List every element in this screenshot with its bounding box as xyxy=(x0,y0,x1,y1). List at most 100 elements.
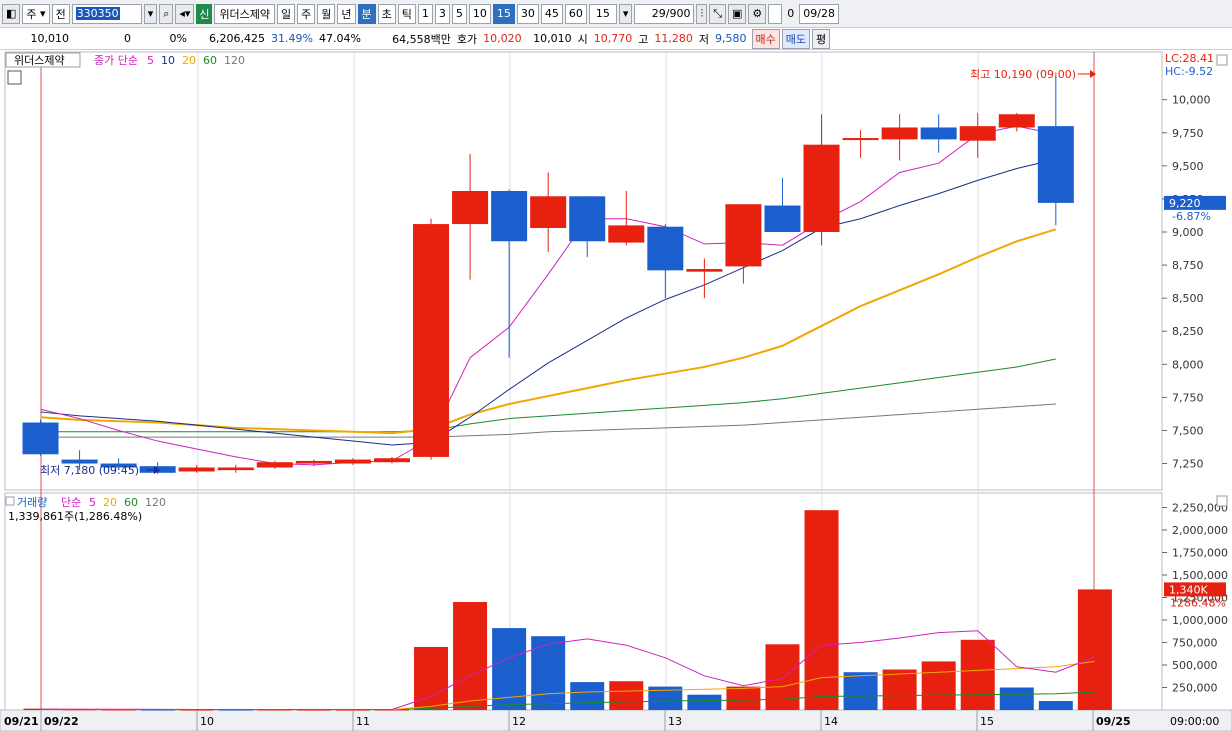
check-value: 0 xyxy=(787,7,795,20)
volume-legend-label: 거래량 xyxy=(17,496,47,509)
low-label: 저 xyxy=(698,32,710,46)
candle-body xyxy=(686,269,723,272)
price-tick-label: 8,000 xyxy=(1172,358,1204,371)
candle-body xyxy=(608,225,645,243)
volume-tick-label: 250,000 xyxy=(1172,682,1218,695)
x-axis-label: 15 xyxy=(980,715,994,728)
code-dropdown-icon[interactable]: ▾ xyxy=(143,3,158,24)
high-label: 고 xyxy=(638,32,649,46)
chart-menu-icon[interactable]: ◧ xyxy=(2,3,21,24)
low-price: 9,580 xyxy=(715,32,747,45)
x-axis-label: 11 xyxy=(356,715,370,728)
current-price: 10,010 xyxy=(30,32,70,45)
candle-body xyxy=(61,459,98,464)
date-checkbox[interactable] xyxy=(768,3,783,24)
candle-body xyxy=(920,127,957,140)
volume-bar xyxy=(843,672,878,710)
interval-30[interactable]: 30 xyxy=(516,3,539,24)
interval-10[interactable]: 10 xyxy=(468,3,491,24)
save-icon[interactable]: ▣ xyxy=(728,3,747,24)
legend-ma-label: 종가 단순 xyxy=(94,54,138,67)
gear-icon[interactable]: ⚙ xyxy=(748,3,767,24)
date-field[interactable]: 09/28 xyxy=(799,3,839,24)
candle-body xyxy=(647,226,684,271)
x-axis-label: 09/22 xyxy=(44,715,79,728)
candle-body xyxy=(491,190,528,242)
stock-name: 위더스제약 xyxy=(214,3,276,24)
price-tick-label: 8,750 xyxy=(1172,259,1204,272)
price-change: 0 xyxy=(124,32,131,45)
search-icon[interactable]: ⌕ xyxy=(159,3,174,24)
price-tick-label: 7,750 xyxy=(1172,391,1204,404)
ma20-line xyxy=(40,228,1057,435)
candle-style-icon[interactable]: ⫶ xyxy=(696,3,708,24)
volume-bar xyxy=(687,694,722,710)
draw-tool-icon[interactable]: ⤡ xyxy=(709,3,727,24)
x-axis-label: 09/21 xyxy=(4,715,39,728)
price-tick-label: 9,000 xyxy=(1172,226,1204,239)
avg-button[interactable]: 평 xyxy=(812,28,831,49)
x-axis-label: 13 xyxy=(668,715,682,728)
x-axis-time-label: 09:00:00 xyxy=(1170,715,1219,728)
price-tick-label: 9,500 xyxy=(1172,160,1204,173)
volume-tick-label: 500,000 xyxy=(1172,659,1218,672)
candle-body xyxy=(959,126,996,141)
bid-price: 10,010 xyxy=(533,32,572,45)
stock-code-input[interactable]: 330350 xyxy=(71,3,142,24)
candle-body xyxy=(764,205,801,232)
interval-1[interactable]: 1 xyxy=(417,3,433,24)
volume-bar xyxy=(1077,589,1112,710)
legend-ma-period: 20 xyxy=(182,54,196,67)
volume-legend-period: 5 xyxy=(89,496,96,509)
volume-value: 6,206,425 xyxy=(209,32,265,45)
volume-bar xyxy=(921,661,956,710)
volume-bar xyxy=(531,636,566,710)
volume-panel-scroll-icon xyxy=(1216,495,1228,507)
legend-ma-period: 60 xyxy=(203,54,217,67)
low-annotation: 최저 7,180 (09:45) xyxy=(40,464,139,477)
buy-button[interactable]: 매수 xyxy=(751,28,780,49)
legend-ma-period: 5 xyxy=(147,54,154,67)
candle-body xyxy=(452,190,489,225)
price-tick-label: 10,000 xyxy=(1172,94,1211,107)
market-select[interactable]: 주 ▾ xyxy=(22,3,50,24)
candle-body xyxy=(1037,126,1074,203)
x-axis-label: 12 xyxy=(512,715,526,728)
candle-body xyxy=(295,460,332,464)
count-field[interactable]: 29/900 xyxy=(634,3,695,24)
interval-15[interactable]: 15 xyxy=(492,3,515,24)
price-volume-chart[interactable]: 10,0009,7509,5009,2509,0008,7508,5008,25… xyxy=(0,50,1232,731)
price-tick-label: 9,750 xyxy=(1172,127,1204,140)
hc-label: HC:-9.52 xyxy=(1165,65,1213,78)
speaker-icon[interactable]: ◂▾ xyxy=(175,3,195,24)
current-volume-label: 1,340K xyxy=(1169,583,1208,596)
sell-button[interactable]: 매도 xyxy=(781,28,811,49)
unit-second[interactable]: 초 xyxy=(377,3,396,24)
candle-body xyxy=(725,204,762,267)
interval-input[interactable]: 15 xyxy=(588,3,617,24)
prev-button[interactable]: 전 xyxy=(51,3,70,24)
volume-bar xyxy=(453,602,488,710)
lc-label: LC:28.41 xyxy=(1165,52,1214,65)
chart-toolbar: ◧ 주 ▾ 전 330350 ▾ ⌕ ◂▾ 신 위더스제약 일 주 월 년 분 … xyxy=(0,0,1232,28)
candle-body xyxy=(22,422,59,455)
x-axis-label: 10 xyxy=(200,715,214,728)
x-axis-label: 14 xyxy=(824,715,838,728)
interval-45[interactable]: 45 xyxy=(540,3,563,24)
interval-60[interactable]: 60 xyxy=(564,3,587,24)
interval-5[interactable]: 5 xyxy=(451,3,467,24)
interval-3[interactable]: 3 xyxy=(434,3,450,24)
volume-bar xyxy=(609,681,644,710)
unit-tick[interactable]: 틱 xyxy=(397,3,416,24)
volume-tick-label: 1,000,000 xyxy=(1172,614,1228,627)
period-day[interactable]: 일 xyxy=(277,3,296,24)
current-price-label: 9,220 xyxy=(1169,197,1201,210)
unit-minute[interactable]: 분 xyxy=(357,3,376,24)
interval-dropdown-icon[interactable]: ▾ xyxy=(618,3,633,24)
period-year[interactable]: 년 xyxy=(337,3,356,24)
candle-body xyxy=(217,467,254,471)
period-month[interactable]: 월 xyxy=(317,3,336,24)
period-week[interactable]: 주 xyxy=(297,3,316,24)
candle-body xyxy=(842,138,879,141)
volume-ratio: 47.04% xyxy=(318,32,361,45)
